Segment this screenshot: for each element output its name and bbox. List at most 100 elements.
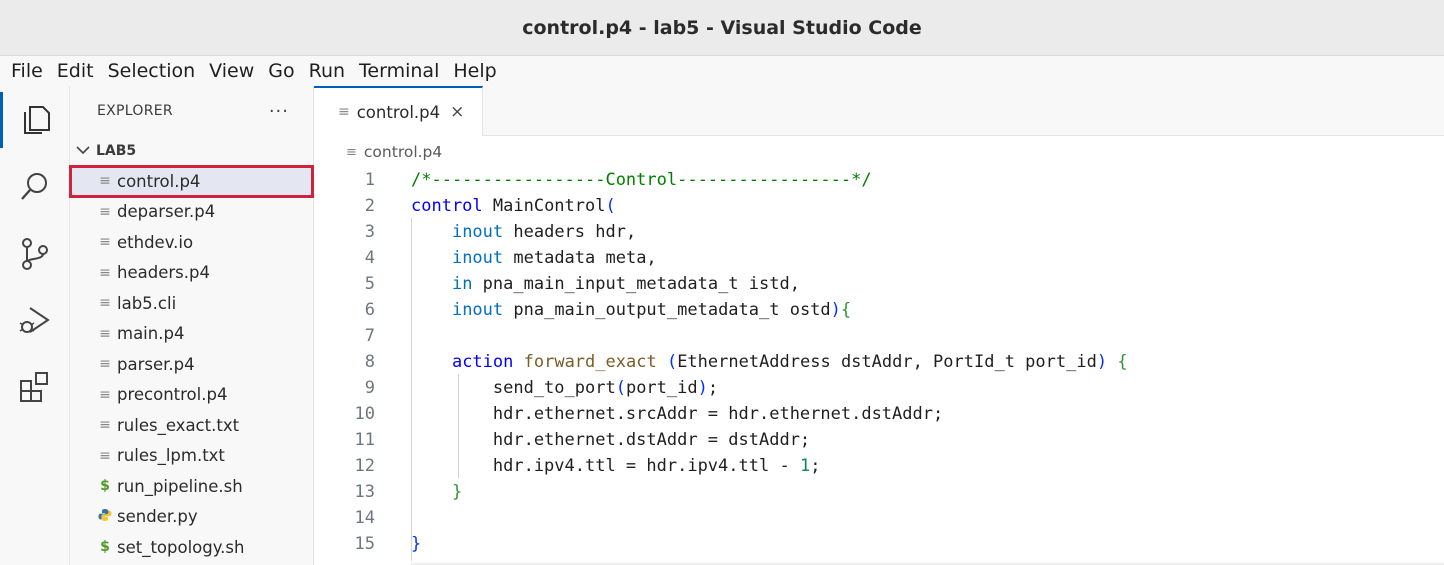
explorer-icon[interactable]	[0, 92, 70, 148]
search-icon[interactable]	[0, 158, 70, 214]
activity-bar	[0, 86, 70, 565]
breadcrumb-file[interactable]: control.p4	[364, 143, 442, 161]
code-text: send_to_port(port_id);	[411, 378, 719, 398]
code-text: inout headers hdr,	[451, 222, 637, 242]
menu-selection[interactable]: Selection	[101, 60, 203, 82]
text-file-icon: ≡	[99, 173, 111, 190]
file-item-parser-p4[interactable]: ≡ parser.p4	[70, 349, 313, 380]
code-line: 5 in pna_main_input_metadata_t istd,	[314, 271, 1444, 297]
file-item-rules-exact-txt[interactable]: ≡ rules_exact.txt	[70, 410, 313, 441]
file-item-set-topology-sh[interactable]: $ set_topology.sh	[70, 532, 313, 563]
chevron-down-icon	[76, 144, 96, 158]
source-control-icon[interactable]	[0, 226, 70, 282]
text-file-icon: ≡	[99, 234, 111, 251]
code-line: 14	[314, 505, 1444, 531]
file-item-headers-p4[interactable]: ≡ headers.p4	[70, 258, 313, 289]
line-number: 6	[364, 300, 375, 320]
text-file-icon: ≡	[346, 144, 357, 160]
menu-terminal[interactable]: Terminal	[352, 60, 446, 82]
menu-bar: File Edit Selection View Go Run Terminal…	[0, 56, 1444, 86]
file-name: lab5.cli	[117, 293, 177, 313]
menu-file[interactable]: File	[4, 60, 50, 82]
text-file-icon: ≡	[338, 104, 350, 120]
line-number: 4	[364, 248, 375, 268]
file-item-run-pipeline-sh[interactable]: $ run_pipeline.sh	[70, 471, 313, 502]
line-number: 2	[364, 196, 375, 216]
file-item-ethdev-io[interactable]: ≡ ethdev.io	[70, 227, 313, 258]
text-file-icon: ≡	[99, 386, 111, 403]
code-line: 9 send_to_port(port_id);	[314, 375, 1444, 401]
file-name: set_topology.sh	[117, 537, 245, 557]
code-text: inout pna_main_output_metadata_t ostd){	[451, 300, 852, 320]
explorer-title: EXPLORER	[97, 103, 173, 119]
text-file-icon: ≡	[99, 417, 111, 434]
file-name: rules_exact.txt	[117, 415, 240, 435]
shell-icon: $	[100, 478, 110, 495]
file-item-lab5-cli[interactable]: ≡ lab5.cli	[70, 288, 313, 319]
file-item-control-p4[interactable]: ≡ control.p4	[69, 165, 314, 198]
line-number: 8	[364, 352, 375, 372]
shell-icon: $	[100, 539, 110, 556]
menu-help[interactable]: Help	[446, 60, 503, 82]
file-name: run_pipeline.sh	[117, 476, 243, 496]
code-text: /*-----------------Control--------------…	[411, 170, 872, 190]
code-line: 7	[314, 323, 1444, 349]
menu-run[interactable]: Run	[302, 60, 352, 82]
text-file-icon: ≡	[99, 356, 111, 373]
line-number: 7	[364, 326, 375, 346]
tab-control-p4[interactable]: ≡ control.p4 ×	[314, 86, 483, 136]
code-line: 15 }	[314, 531, 1444, 557]
folder-name: LAB5	[96, 143, 137, 159]
code-line: 8 action forward_exact (EthernetAddress …	[314, 349, 1444, 375]
line-number: 5	[364, 274, 375, 294]
menu-view[interactable]: View	[202, 60, 261, 82]
text-file-icon: ≡	[99, 325, 111, 342]
text-file-icon: ≡	[99, 447, 111, 464]
menu-go[interactable]: Go	[261, 60, 301, 82]
code-line: 1 /*-----------------Control------------…	[314, 167, 1444, 193]
file-name: deparser.p4	[117, 202, 216, 222]
line-number: 9	[364, 378, 375, 398]
line-number: 11	[354, 430, 375, 450]
code-line: 11 hdr.ethernet.dstAddr = dstAddr;	[314, 427, 1444, 453]
line-number: 15	[354, 534, 375, 554]
code-editor[interactable]: 1 /*-----------------Control------------…	[314, 166, 1444, 565]
file-item-sender-py[interactable]: sender.py	[70, 502, 313, 533]
code-text: }	[411, 534, 422, 554]
more-actions-icon[interactable]: ···	[269, 101, 289, 122]
code-text: inout metadata meta,	[451, 248, 657, 268]
file-item-rules-lpm-txt[interactable]: ≡ rules_lpm.txt	[70, 441, 313, 472]
close-icon[interactable]: ×	[450, 102, 464, 122]
code-text: action forward_exact (EthernetAddress ds…	[451, 352, 1128, 372]
file-item-main-p4[interactable]: ≡ main.p4	[70, 319, 313, 350]
code-text: control MainControl(	[411, 196, 616, 216]
file-list: ≡ control.p4 ≡ deparser.p4 ≡ ethdev.io ≡ hea…	[69, 165, 314, 563]
folder-lab5[interactable]: LAB5	[70, 136, 313, 166]
code-text: hdr.ipv4.ttl = hdr.ipv4.ttl - 1;	[411, 456, 821, 476]
file-name: ethdev.io	[117, 232, 194, 252]
file-name: headers.p4	[117, 263, 210, 283]
text-file-icon: ≡	[99, 203, 111, 220]
extensions-icon[interactable]	[0, 358, 70, 414]
explorer-sidebar: EXPLORER ··· LAB5 ≡ control.p4 ≡ deparser.…	[69, 86, 314, 565]
file-item-deparser-p4[interactable]: ≡ deparser.p4	[70, 197, 313, 228]
file-name: control.p4	[117, 171, 201, 191]
code-text: in pna_main_input_metadata_t istd,	[451, 274, 800, 294]
line-number: 10	[354, 404, 375, 424]
code-line: 2 control MainControl(	[314, 193, 1444, 219]
line-number: 3	[364, 222, 375, 242]
explorer-header: EXPLORER ···	[70, 86, 313, 136]
code-line: 4 inout metadata meta,	[314, 245, 1444, 271]
file-name: parser.p4	[117, 354, 195, 374]
run-debug-icon[interactable]	[0, 292, 70, 348]
file-item-precontrol-p4[interactable]: ≡ precontrol.p4	[70, 380, 313, 411]
text-file-icon: ≡	[99, 295, 111, 312]
title-bar: control.p4 - lab5 - Visual Studio Code	[0, 0, 1444, 56]
file-name: rules_lpm.txt	[117, 446, 225, 466]
menu-edit[interactable]: Edit	[50, 60, 101, 82]
code-line: 13 }	[314, 479, 1444, 505]
line-number: 1	[364, 170, 375, 190]
file-name: main.p4	[117, 324, 185, 344]
code-line: 6 inout pna_main_output_metadata_t ostd)…	[314, 297, 1444, 323]
code-text: hdr.ethernet.srcAddr = hdr.ethernet.dstA…	[411, 404, 944, 424]
